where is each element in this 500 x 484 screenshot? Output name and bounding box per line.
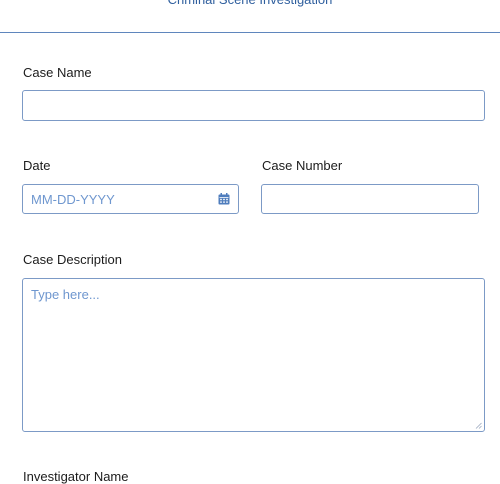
case-description-field-wrapper bbox=[22, 278, 485, 432]
resize-grip-icon[interactable] bbox=[475, 422, 482, 429]
case-description-textarea[interactable] bbox=[23, 279, 484, 431]
case-description-label: Case Description bbox=[23, 252, 122, 267]
date-label: Date bbox=[23, 158, 51, 173]
case-name-field-wrapper bbox=[22, 90, 485, 121]
form-page: Criminal Scene Investigation Case Name D… bbox=[0, 0, 500, 484]
case-name-label: Case Name bbox=[23, 65, 92, 80]
date-input[interactable] bbox=[23, 185, 238, 213]
case-number-input[interactable] bbox=[262, 185, 478, 213]
case-number-field-wrapper bbox=[261, 184, 479, 214]
form-title: Criminal Scene Investigation bbox=[0, 0, 500, 9]
header-divider bbox=[0, 32, 500, 33]
calendar-icon[interactable] bbox=[218, 193, 230, 205]
case-number-label: Case Number bbox=[262, 158, 343, 173]
investigator-name-label: Investigator Name bbox=[23, 469, 129, 484]
date-field-wrapper bbox=[22, 184, 239, 214]
case-name-input[interactable] bbox=[23, 91, 484, 120]
